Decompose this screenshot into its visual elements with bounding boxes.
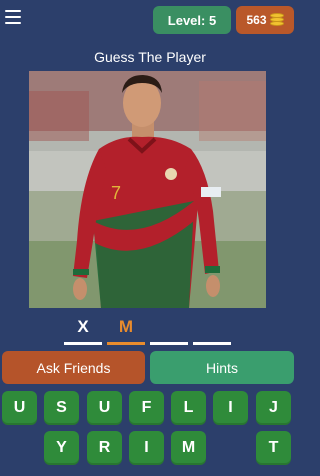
svg-text:7: 7 [111,183,121,203]
letter-key[interactable]: U [87,391,122,425]
letter-key[interactable]: F [129,391,164,425]
hints-button[interactable]: Hints [150,351,294,384]
coin-stack-icon [269,13,284,27]
letter-key[interactable]: L [171,391,206,425]
answer-slot-4[interactable] [193,315,231,345]
ask-friends-button[interactable]: Ask Friends [2,351,145,384]
answer-slot-2[interactable]: M [107,315,145,345]
coin-badge[interactable]: 563 [236,6,294,34]
answer-slot-1[interactable]: X [64,315,102,345]
level-text: Level: 5 [167,12,217,28]
letter-key[interactable]: Y [44,431,79,465]
letter-key[interactable]: T [256,431,291,465]
page-title: Guess The Player [94,49,206,65]
letter-key[interactable]: I [129,431,164,465]
answer-letter-1: X [77,317,89,336]
answer-slot-3[interactable] [150,315,188,345]
answer-letter-2: M [118,317,134,336]
menu-icon[interactable] [2,8,24,26]
letter-key[interactable]: I [213,391,248,425]
letter-key[interactable]: U [2,391,37,425]
letter-key[interactable]: R [87,431,122,465]
level-badge: Level: 5 [153,6,231,34]
coin-count: 563 [246,13,267,27]
letter-key[interactable]: S [44,391,79,425]
player-photo: 7 [29,71,266,308]
letter-key[interactable]: J [256,391,291,425]
letter-key[interactable]: M [171,431,206,465]
